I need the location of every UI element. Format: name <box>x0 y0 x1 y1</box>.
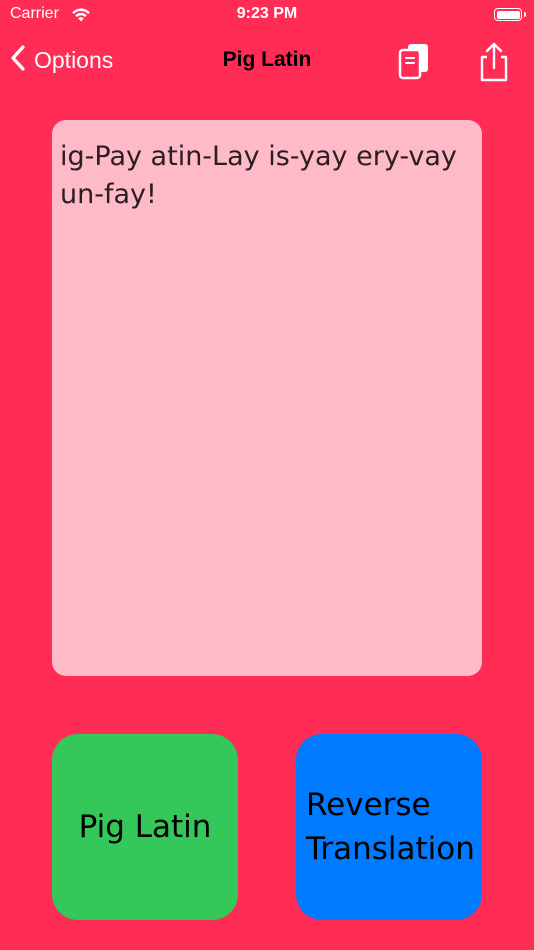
pig-latin-button[interactable]: Pig Latin <box>52 734 238 920</box>
reverse-translation-button[interactable]: Reverse Translation <box>296 734 482 920</box>
navigation-bar: Options Pig Latin <box>0 32 534 90</box>
back-button[interactable]: Options <box>10 44 113 76</box>
back-label: Options <box>34 46 114 73</box>
reverse-button-label-line2: Translation <box>306 831 475 867</box>
copy-button[interactable] <box>394 40 438 84</box>
copy-icon <box>398 44 428 80</box>
pig-latin-button-label: Pig Latin <box>78 809 212 845</box>
chevron-left-icon <box>10 44 26 76</box>
translation-text-area[interactable]: ig-Pay atin-Lay is-yay ery-vay un-fay! <box>52 120 482 676</box>
reverse-button-label-line1: Reverse <box>306 787 431 823</box>
share-button[interactable] <box>472 40 516 84</box>
battery-icon <box>494 8 526 21</box>
status-bar: Carrier 9:23 PM <box>0 0 534 32</box>
clock: 9:23 PM <box>236 5 298 22</box>
share-icon <box>480 42 508 82</box>
